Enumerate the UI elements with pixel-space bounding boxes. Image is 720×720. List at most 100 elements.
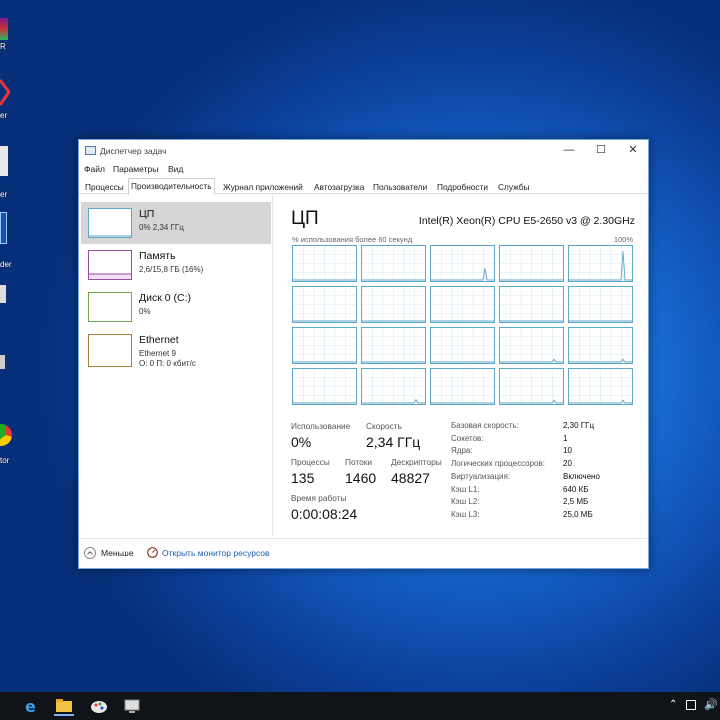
- detail-value: Включено: [563, 471, 600, 481]
- tab-services[interactable]: Службы: [495, 179, 532, 194]
- desktop-icon-7[interactable]: [0, 424, 12, 446]
- logical-processor-graph: [430, 286, 495, 323]
- logical-processor-graph: [430, 368, 495, 405]
- detail-value: 640 КБ: [563, 484, 589, 494]
- desktop-label-4: der: [0, 260, 12, 269]
- detail-value: 2,5 МБ: [563, 497, 589, 507]
- logical-processor-graph: [292, 245, 357, 282]
- task-manager-window[interactable]: Диспетчер задач — ☐ ✕ Файл Параметры Вид…: [78, 139, 649, 569]
- desktop-icon-5[interactable]: [0, 285, 6, 303]
- notification-chevron-icon[interactable]: ⌃: [669, 699, 677, 710]
- edge-icon[interactable]: e: [22, 696, 42, 716]
- panel-title: ЦП: [291, 208, 319, 229]
- sidebar-item-detail: 0%: [139, 307, 151, 316]
- fewer-details-button[interactable]: Меньше: [84, 547, 154, 561]
- sidebar-item-disk[interactable]: Диск 0 (C:) 0%: [81, 286, 271, 328]
- threads-value: 1460: [345, 470, 377, 486]
- uptime-label: Время работы: [291, 493, 347, 503]
- resource-monitor-label: Открыть монитор ресурсов: [162, 548, 270, 558]
- speed-value: 2,34 ГГц: [366, 434, 421, 450]
- detail-value: 10: [563, 446, 572, 456]
- logical-processor-graph: [568, 245, 633, 282]
- resource-monitor-icon: [147, 547, 158, 558]
- cpu-thumbnail-graph: [88, 208, 132, 238]
- desktop-label-1: R: [0, 42, 6, 51]
- logical-processor-graph: [499, 286, 564, 323]
- menu-view[interactable]: Вид: [168, 164, 183, 174]
- sidebar-item-throughput: О: 0 П: 0 кбит/с: [139, 359, 196, 368]
- taskbar: e ⌃ 🔊: [0, 692, 720, 720]
- processes-label: Процессы: [291, 457, 330, 467]
- tab-users[interactable]: Пользователи: [370, 179, 430, 194]
- logical-processor-graph: [568, 327, 633, 364]
- tab-performance[interactable]: Производительность: [128, 178, 215, 195]
- logical-processor-graph: [499, 327, 564, 364]
- memory-thumbnail-graph: [88, 250, 132, 280]
- logical-processor-graphs: [292, 245, 633, 407]
- desktop-icon-1[interactable]: [0, 18, 8, 40]
- desktop-icon-2[interactable]: [0, 78, 11, 108]
- task-manager-icon: [85, 146, 96, 155]
- processes-value: 135: [291, 470, 315, 486]
- logical-processor-graph: [499, 368, 564, 405]
- desktop-icon-6[interactable]: [0, 355, 5, 369]
- tab-bar: Процессы Производительность Журнал прило…: [79, 178, 648, 195]
- close-button[interactable]: ✕: [617, 140, 649, 162]
- logical-processor-graph: [430, 327, 495, 364]
- resource-monitor-link[interactable]: Открыть монитор ресурсов: [147, 547, 287, 561]
- sidebar-item-ethernet[interactable]: Ethernet Ethernet 9 О: 0 П: 0 кбит/с: [81, 328, 271, 378]
- x-app-icon: [0, 79, 11, 106]
- network-icon[interactable]: [686, 700, 696, 710]
- logical-processor-graph: [568, 286, 633, 323]
- sidebar-item-label: Ethernet: [139, 334, 179, 346]
- desktop-icon-4[interactable]: [0, 212, 7, 244]
- sidebar-item-cpu[interactable]: ЦП 0% 2,34 ГГц: [81, 202, 271, 244]
- sidebar-item-label: Память: [139, 250, 176, 262]
- logical-processor-graph: [361, 245, 426, 282]
- tab-details[interactable]: Подробности: [434, 179, 491, 194]
- logical-processor-graph: [292, 327, 357, 364]
- sidebar-item-memory[interactable]: Память 2,6/15,8 ГБ (16%): [81, 244, 271, 286]
- desktop-icon-3[interactable]: [0, 146, 8, 176]
- window-title: Диспетчер задач: [100, 146, 167, 156]
- usage-label: Использование: [291, 421, 351, 431]
- computer-icon[interactable]: [122, 696, 142, 716]
- uptime-value: 0:00:08:24: [291, 506, 358, 522]
- detail-label: Виртуализация:: [451, 471, 511, 481]
- handles-value: 48827: [391, 470, 430, 486]
- graph-max-label: 100%: [613, 235, 633, 244]
- detail-label: Логических процессоров:: [451, 459, 545, 469]
- detail-label: Ядра:: [451, 446, 473, 456]
- title-bar[interactable]: Диспетчер задач — ☐ ✕: [79, 140, 648, 162]
- speed-label: Скорость: [366, 421, 402, 431]
- usage-value: 0%: [291, 434, 312, 450]
- menu-bar: Файл Параметры Вид: [79, 162, 648, 178]
- sidebar-item-detail: 0% 2,34 ГГц: [139, 223, 184, 232]
- cpu-performance-panel: ЦП Intel(R) Xeon(R) CPU E5-2650 v3 @ 2.3…: [274, 195, 650, 535]
- maximize-button[interactable]: ☐: [585, 140, 617, 162]
- logical-processor-graph: [499, 245, 564, 282]
- tab-startup[interactable]: Автозагрузка: [311, 179, 367, 194]
- file-explorer-icon[interactable]: [54, 696, 74, 716]
- sidebar-item-label: Диск 0 (C:): [139, 292, 191, 304]
- chevron-up-circle-icon: [84, 547, 96, 559]
- logical-processor-graph: [292, 286, 357, 323]
- ethernet-thumbnail-graph: [88, 334, 132, 367]
- menu-options[interactable]: Параметры: [113, 164, 158, 174]
- paint-icon[interactable]: [89, 696, 109, 716]
- graph-caption: % использования более 60 секунд: [292, 235, 413, 244]
- menu-file[interactable]: Файл: [84, 164, 105, 174]
- detail-label: Кэш L1:: [451, 484, 480, 494]
- logical-processor-graph: [568, 368, 633, 405]
- logical-processor-graph: [361, 368, 426, 405]
- detail-label: Базовая скорость:: [451, 421, 519, 430]
- volume-icon[interactable]: 🔊: [704, 698, 718, 711]
- desktop-label-3: er: [0, 190, 8, 199]
- tab-processes[interactable]: Процессы: [82, 179, 127, 194]
- tab-app-history[interactable]: Журнал приложений: [220, 179, 306, 194]
- detail-label: Кэш L2:: [451, 497, 480, 507]
- threads-label: Потоки: [345, 457, 372, 467]
- minimize-button[interactable]: —: [553, 140, 585, 162]
- cpu-model-name: Intel(R) Xeon(R) CPU E5-2650 v3 @ 2.30GH…: [418, 215, 635, 227]
- resource-sidebar: ЦП 0% 2,34 ГГц Память 2,6/15,8 ГБ (16%) …: [79, 195, 273, 535]
